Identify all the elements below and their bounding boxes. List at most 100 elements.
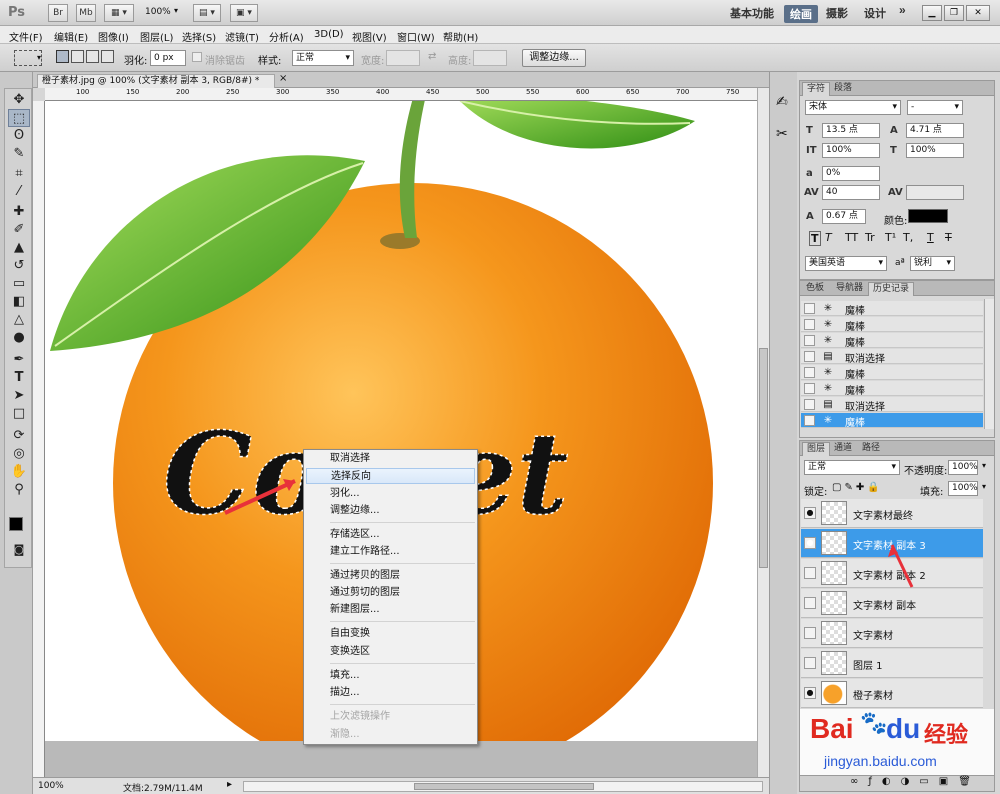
shape-tool-icon[interactable]: □ (8, 405, 30, 423)
eye-icon[interactable]: ● (804, 687, 816, 699)
workspace-painting[interactable]: 绘画 (784, 5, 818, 23)
intersect-selection-icon[interactable] (101, 50, 114, 63)
ctx-save-selection[interactable]: 存储选区... (306, 527, 475, 543)
crop-tool-icon[interactable]: ⌗ (8, 165, 30, 183)
minimize-button[interactable]: ▁ (922, 5, 942, 21)
antialias-select[interactable]: 锐利 ▾ (910, 256, 955, 271)
ctx-new-layer[interactable]: 新建图层... (306, 602, 475, 618)
underline-button[interactable]: T (927, 231, 934, 244)
layer-row[interactable]: 图层 1 (801, 649, 983, 678)
close-window-button[interactable]: ✕ (966, 5, 990, 21)
feather-input[interactable]: 0 px (150, 50, 186, 66)
chevron-down-icon[interactable]: ▾ (982, 461, 986, 470)
kerning-input[interactable] (906, 185, 964, 200)
history-brush-tool-icon[interactable]: ↺ (8, 257, 30, 275)
history-snapshot-checkbox[interactable] (804, 335, 815, 346)
opacity-input[interactable]: 100% (948, 460, 978, 475)
workspace-essentials[interactable]: 基本功能 (730, 5, 774, 21)
vertical-scale-input[interactable]: 100% (822, 143, 880, 158)
rect-marquee-tool-icon[interactable]: ⬚ (8, 109, 30, 127)
ctx-transform-selection[interactable]: 变换选区 (306, 644, 475, 660)
quick-select-tool-icon[interactable]: ✎ (8, 145, 30, 163)
horizontal-scrollbar[interactable] (243, 781, 763, 792)
text-color-swatch[interactable] (908, 209, 948, 223)
layer-row[interactable]: 文字素材 (801, 619, 983, 648)
workspace-photography[interactable]: 摄影 (826, 5, 848, 21)
layer-row[interactable]: ● 橙子素材 (801, 679, 983, 708)
view-extras-button[interactable]: ▦ ▾ (104, 4, 134, 22)
ctx-free-transform[interactable]: 自由变换 (306, 626, 475, 642)
ctx-layer-via-copy[interactable]: 通过拷贝的图层 (306, 568, 475, 584)
font-style-select[interactable]: - ▾ (907, 100, 963, 115)
history-scrollbar[interactable] (984, 299, 994, 429)
3d-orbit-tool-icon[interactable]: ◎ (8, 445, 30, 463)
menu-view[interactable]: 视图(V) (352, 29, 387, 44)
menu-layer[interactable]: 图层(L) (140, 29, 173, 44)
bridge-button[interactable]: Br (48, 4, 68, 22)
add-selection-icon[interactable] (71, 50, 84, 63)
eye-hidden-icon[interactable] (804, 597, 816, 609)
status-zoom[interactable]: 100% (38, 781, 64, 791)
chevron-down-icon[interactable]: ▾ (982, 482, 986, 491)
ctx-layer-via-cut[interactable]: 通过剪切的图层 (306, 585, 475, 601)
horizontal-scale-input[interactable]: 100% (906, 143, 964, 158)
history-item[interactable]: ✳ 魔棒 (801, 365, 983, 381)
menu-analysis[interactable]: 分析(A) (269, 29, 304, 44)
eye-hidden-icon[interactable] (804, 627, 816, 639)
menu-window[interactable]: 窗口(W) (397, 29, 435, 44)
new-selection-icon[interactable] (56, 50, 69, 63)
move-tool-icon[interactable]: ✥ (8, 91, 30, 109)
strikethrough-button[interactable]: T (945, 231, 952, 244)
language-select[interactable]: 美国英语 ▾ (805, 256, 887, 271)
gradient-tool-icon[interactable]: ◧ (8, 293, 30, 311)
mini-bridge-button[interactable]: Mb (76, 4, 96, 22)
eye-hidden-icon[interactable] (804, 657, 816, 669)
scroll-thumb[interactable] (759, 348, 768, 568)
menu-image[interactable]: 图像(I) (98, 29, 129, 44)
faux-italic-button[interactable]: T (825, 231, 832, 244)
zoom-level[interactable]: 100% (145, 7, 171, 17)
stamp-tool-icon[interactable]: ▲ (8, 239, 30, 257)
pen-tool-icon[interactable]: ✒ (8, 351, 30, 369)
history-snapshot-checkbox[interactable] (804, 367, 815, 378)
history-snapshot-checkbox[interactable] (804, 303, 815, 314)
menu-filter[interactable]: 滤镜(T) (225, 29, 259, 44)
ctx-make-work-path[interactable]: 建立工作路径... (306, 544, 475, 560)
history-item[interactable]: ✳ 魔棒 (801, 317, 983, 333)
width-input[interactable] (386, 50, 420, 66)
layer-row[interactable]: 文字素材 副本 (801, 589, 983, 618)
clone-source-icon[interactable]: ✂ (776, 126, 788, 142)
eye-hidden-icon[interactable] (804, 567, 816, 579)
layers-footer-buttons[interactable]: ∞ƒ◐◑▭▣🗑 (800, 775, 994, 791)
tab-layers[interactable]: 图层 (802, 442, 831, 456)
hand-tool-icon[interactable]: ✋ (8, 463, 30, 481)
screen-mode-button[interactable]: ▣ ▾ (230, 4, 258, 22)
restore-button[interactable]: ❐ (944, 5, 964, 21)
ctx-refine-edge[interactable]: 调整边缘... (306, 503, 475, 519)
quick-mask-icon[interactable]: ◙ (8, 541, 30, 559)
foreground-color-swatch[interactable] (9, 517, 23, 531)
zoom-dropdown-icon[interactable]: ▾ (174, 6, 178, 15)
fill-input[interactable]: 100% (948, 481, 978, 496)
height-input[interactable] (473, 50, 507, 66)
document-tab[interactable]: 橙子素材.jpg @ 100% (文字素材 副本 3, RGB/8#) * (37, 74, 275, 88)
zoom-tool-icon[interactable]: ⚲ (8, 481, 30, 499)
ctx-stroke[interactable]: 描边... (306, 685, 475, 701)
antialias-checkbox[interactable] (192, 52, 202, 62)
leading-input[interactable]: 4.71 点 (906, 123, 964, 138)
marquee-tool-preset-icon[interactable]: ▾ (14, 50, 42, 66)
history-snapshot-checkbox[interactable] (804, 351, 815, 362)
refine-edge-button[interactable]: 调整边缘... (522, 49, 586, 67)
history-item[interactable]: ✳ 魔棒 (801, 381, 983, 397)
menu-help[interactable]: 帮助(H) (443, 29, 478, 44)
close-document-icon[interactable]: × (279, 73, 287, 84)
brush-preset-icon[interactable]: ✍ (776, 94, 788, 110)
ctx-deselect[interactable]: 取消选择 (306, 451, 475, 467)
lock-icons[interactable]: ▢✎✚🔒 (832, 482, 883, 493)
tab-character[interactable]: 字符 (802, 82, 831, 96)
history-item-selected[interactable]: ✳ 魔棒 (801, 413, 983, 429)
ctx-feather[interactable]: 羽化... (306, 486, 475, 502)
eyedropper-tool-icon[interactable]: ⁄ (8, 183, 30, 201)
dodge-tool-icon[interactable]: ● (8, 329, 30, 347)
tab-swatches[interactable]: 色板 (802, 282, 828, 296)
